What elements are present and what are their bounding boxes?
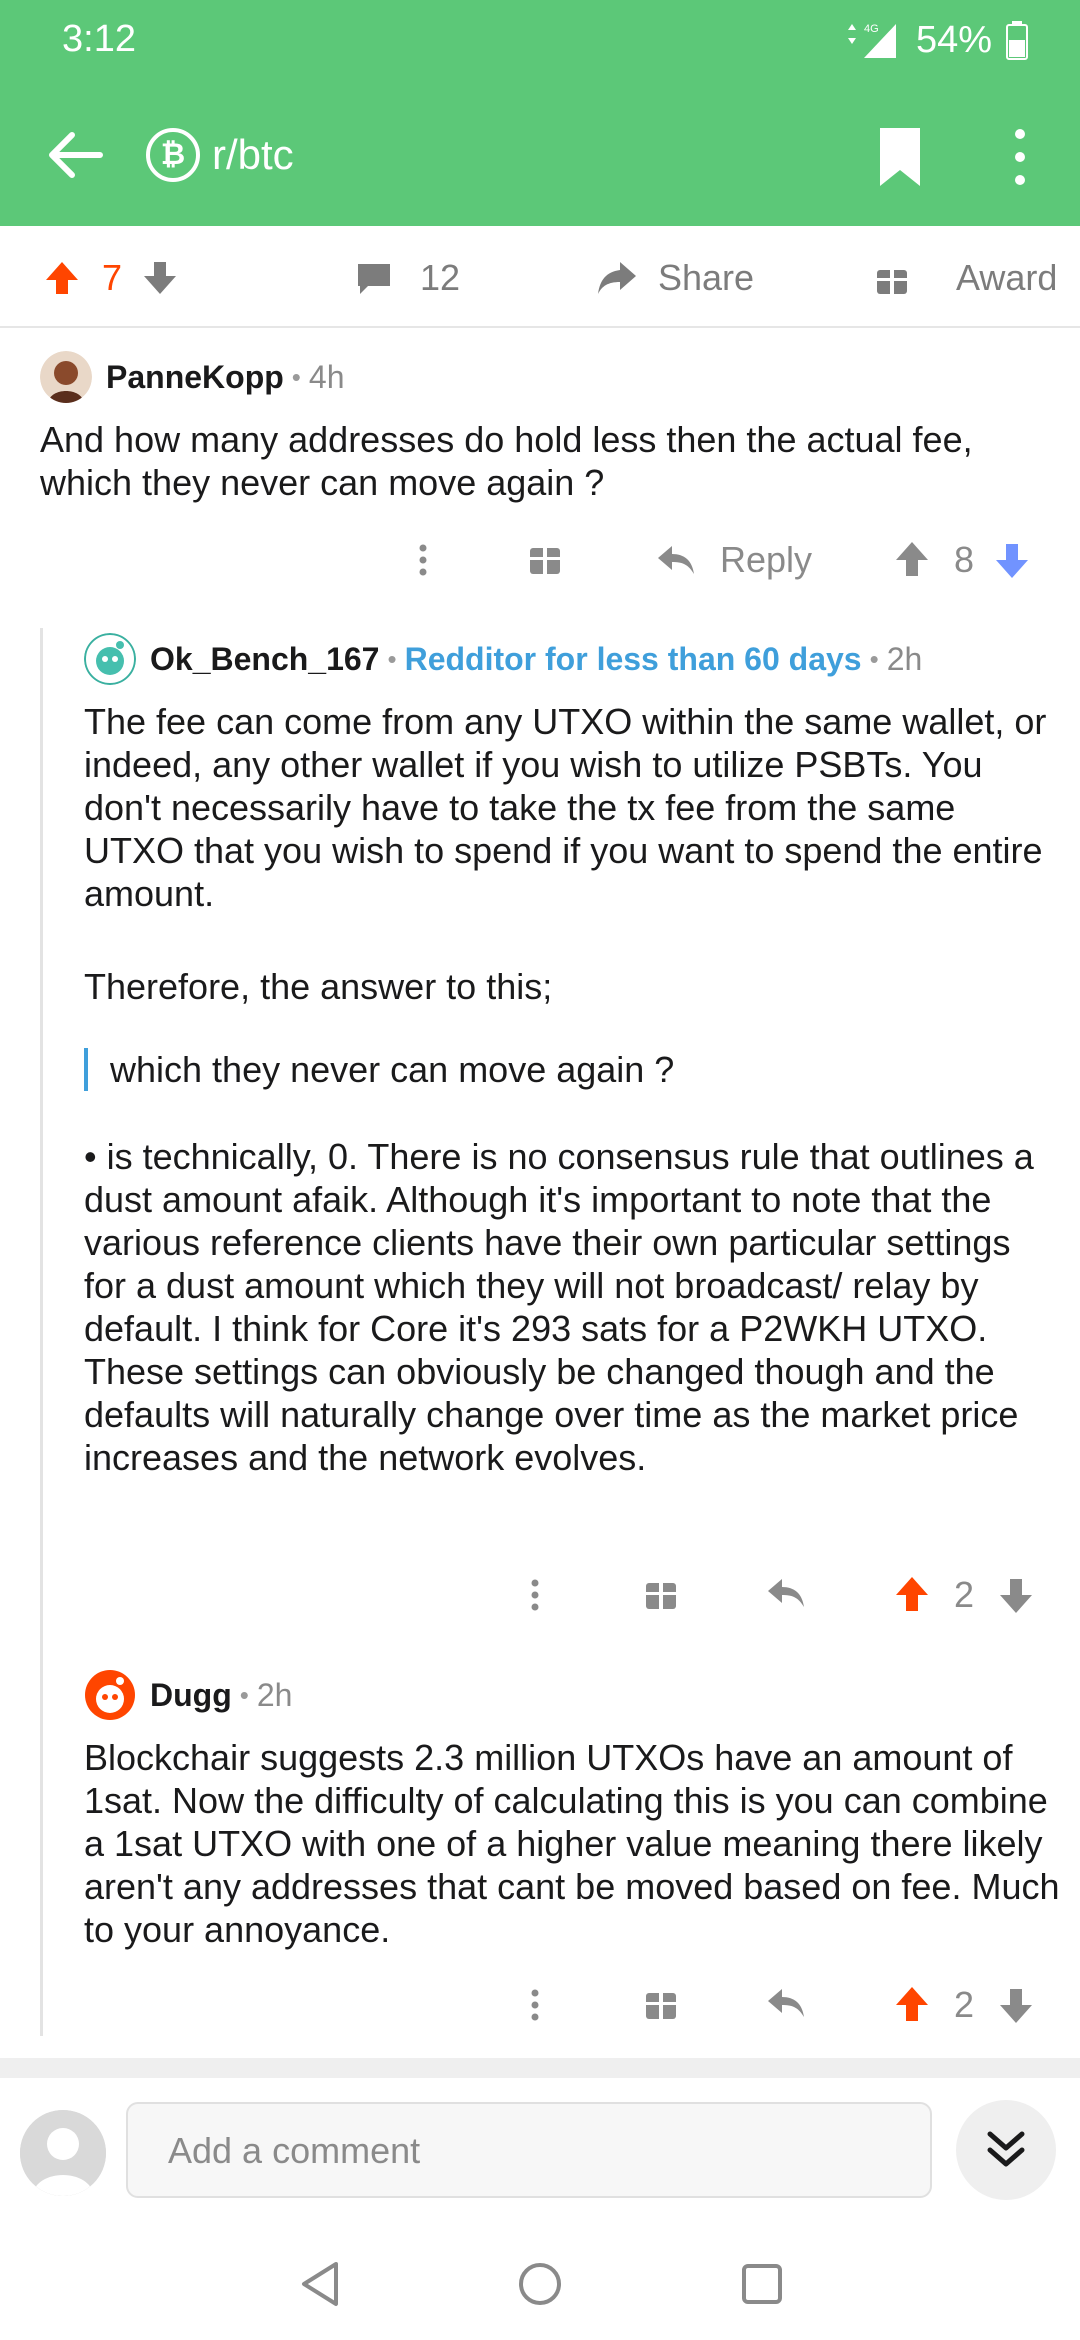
block-quote: which they never can move again ? [84, 1048, 1060, 1091]
thread-line[interactable] [40, 628, 43, 2036]
app-bar: ₿ r/btc [0, 100, 1080, 210]
downvote-arrow-icon[interactable] [994, 530, 1030, 590]
comment-bubble-icon [358, 264, 390, 294]
reply-button[interactable]: Reply [656, 530, 812, 590]
post-vote-group: 7 [42, 256, 180, 300]
double-chevron-down-icon [987, 2131, 1025, 2167]
battery-icon [1006, 21, 1028, 60]
comment-pannekopp: PanneKopp • 4h And how many addresses do… [40, 350, 1050, 504]
downvote-arrow-icon[interactable] [998, 1975, 1034, 2035]
post-score: 7 [102, 257, 123, 298]
comment-time: 2h [886, 640, 923, 677]
subreddit-name[interactable]: r/btc [212, 128, 294, 182]
user-flair: Redditor for less than 60 days [404, 640, 862, 677]
comment-author[interactable]: PanneKopp [106, 359, 284, 396]
status-bar: 3:12 4G 54% [0, 0, 1080, 80]
nav-recents-icon[interactable] [732, 2254, 792, 2314]
more-vertical-icon[interactable] [1000, 124, 1040, 190]
reply-arrow-icon[interactable] [766, 1975, 806, 2035]
battery-percent: 54% [915, 18, 992, 61]
upvote-arrow-icon[interactable] [894, 530, 930, 590]
share-arrow-icon [598, 262, 636, 294]
collapse-button[interactable] [956, 2100, 1056, 2200]
bitcoin-icon[interactable]: ₿ [146, 128, 200, 182]
separator-dot: • [387, 643, 397, 674]
gift-icon[interactable] [528, 530, 562, 590]
comment-composer: Add a comment [0, 2078, 1080, 2218]
network-signal-icon: 4G [847, 23, 896, 58]
comment-body: And how many addresses do hold less then… [40, 419, 973, 503]
more-vertical-icon[interactable] [418, 530, 428, 590]
reply-arrow-icon[interactable] [766, 1565, 806, 1625]
user-avatar[interactable] [84, 1669, 136, 1721]
share-label: Share [658, 257, 755, 298]
comment-actions: 2 [520, 1565, 1050, 1625]
separator-dot: • [239, 1679, 249, 1710]
reply-label: Reply [720, 539, 813, 580]
comment-actions: 2 [520, 1975, 1050, 2035]
status-time: 3:12 [62, 18, 136, 60]
user-avatar[interactable] [84, 633, 136, 685]
comment-score: 2 [954, 1574, 975, 1615]
downvote-arrow-icon[interactable] [140, 258, 180, 298]
comment-score: 2 [954, 1984, 975, 2025]
comment-actions: Reply 8 [400, 530, 1050, 590]
nav-back-icon[interactable] [292, 2254, 352, 2314]
comment-body: The fee can come from any UTXO within th… [84, 700, 1060, 1479]
add-comment-input[interactable]: Add a comment [126, 2102, 932, 2198]
award-button[interactable]: Award [874, 256, 1057, 300]
comment-author[interactable]: Dugg [150, 1677, 232, 1714]
gift-icon[interactable] [644, 1975, 678, 2035]
reply-arrow-icon [658, 546, 694, 574]
comments-count-button[interactable]: 12 [354, 256, 460, 300]
downvote-arrow-icon[interactable] [998, 1565, 1034, 1625]
comment-header: PanneKopp • 4h [40, 350, 1050, 404]
bookmark-icon[interactable] [870, 124, 930, 190]
system-navigation-bar [0, 2218, 1080, 2340]
gift-icon [877, 266, 907, 294]
more-vertical-icon[interactable] [530, 1975, 540, 2035]
comment-paragraph: Therefore, the answer to this; [84, 966, 553, 1007]
comment-time: 2h [256, 1676, 293, 1713]
comment-dugg: Dugg • 2h Blockchair suggests 2.3 millio… [84, 1668, 1060, 1951]
award-label: Award [956, 257, 1058, 298]
top-app-bar: 3:12 4G 54% ₿ r/btc [0, 0, 1080, 226]
share-button[interactable]: Share [596, 256, 754, 300]
comment-score: 8 [954, 539, 975, 580]
section-divider [0, 2058, 1080, 2078]
current-user-avatar[interactable] [20, 2110, 106, 2196]
back-arrow-icon[interactable] [40, 120, 110, 190]
comment-ok-bench-167: Ok_Bench_167 • Redditor for less than 60… [84, 632, 1060, 1479]
network-type-label: 4G [864, 23, 879, 35]
comment-author[interactable]: Ok_Bench_167 [150, 641, 379, 678]
status-icons: 4G 54% [842, 18, 1028, 62]
more-vertical-icon[interactable] [530, 1565, 540, 1625]
comment-body: Blockchair suggests 2.3 million UTXOs ha… [84, 1737, 1060, 1950]
comment-header: Ok_Bench_167 • Redditor for less than 60… [84, 632, 1060, 686]
gift-icon[interactable] [644, 1565, 678, 1625]
upvote-arrow-icon[interactable] [42, 258, 82, 298]
post-action-bar: 7 12 Share Award [0, 226, 1080, 328]
comment-paragraph: The fee can come from any UTXO within th… [84, 701, 1047, 914]
separator-dot: • [291, 361, 301, 392]
comment-time: 4h [308, 358, 345, 395]
separator-dot: • [869, 643, 879, 674]
comment-header: Dugg • 2h [84, 1668, 1060, 1722]
upvote-arrow-icon[interactable] [894, 1975, 930, 2035]
upvote-arrow-icon[interactable] [894, 1565, 930, 1625]
user-avatar[interactable] [40, 351, 92, 403]
comments-count: 12 [420, 257, 461, 298]
nav-home-icon[interactable] [510, 2254, 570, 2314]
comment-bullet: • is technically, 0. There is no consens… [84, 1136, 1034, 1478]
